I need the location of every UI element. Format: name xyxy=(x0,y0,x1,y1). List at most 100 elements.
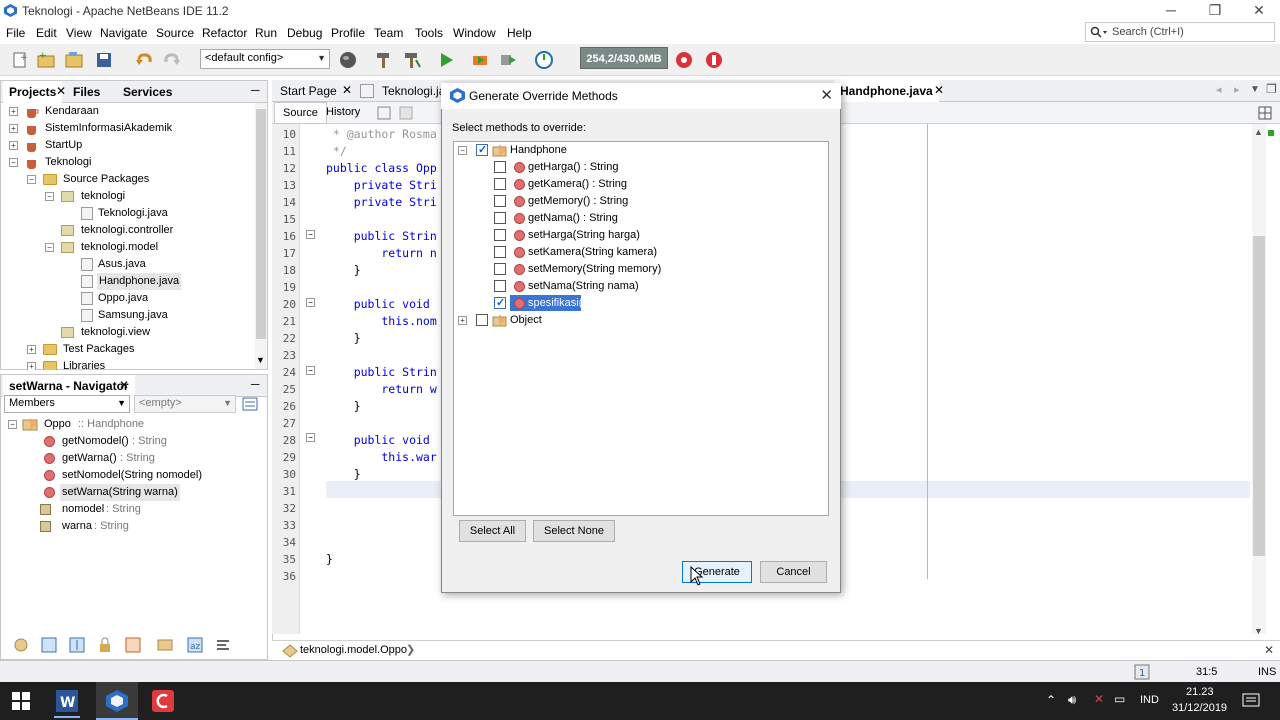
split-editor-icon[interactable] xyxy=(1258,106,1272,120)
method-item[interactable]: getNama() : String xyxy=(454,210,824,227)
menu-file[interactable]: File xyxy=(6,26,25,40)
select-none-button[interactable]: Select None xyxy=(533,520,615,542)
expand-icon[interactable]: + xyxy=(27,345,36,354)
tree-item-handphone-java[interactable]: Handphone.java xyxy=(1,273,255,290)
code-line[interactable]: public void xyxy=(326,296,430,313)
collapse-icon[interactable]: − xyxy=(27,175,36,184)
back-icon[interactable] xyxy=(398,105,414,121)
screen-recorder-icon[interactable] xyxy=(150,688,176,714)
windows-start-icon[interactable] xyxy=(12,692,30,710)
maximize-editor-icon[interactable]: ❐ xyxy=(1266,82,1277,96)
language-indicator[interactable]: IND xyxy=(1140,694,1159,706)
tree-root-handphone[interactable]: − ✓ Handphone xyxy=(454,142,824,159)
gc-icon[interactable] xyxy=(674,50,694,70)
new-project-icon[interactable]: + xyxy=(36,50,56,70)
config-select[interactable]: <default config> ▼ xyxy=(200,49,330,69)
navigator-item[interactable]: nomodel : String xyxy=(4,501,264,518)
minimize-panel-icon[interactable]: ─ xyxy=(251,377,260,391)
navigator-item[interactable]: getWarna() : String xyxy=(4,450,264,467)
tab-start-page[interactable]: Start Page xyxy=(274,80,343,102)
battery-icon[interactable]: ▭ xyxy=(1114,692,1125,706)
sort-by-source-icon[interactable] xyxy=(156,636,174,654)
scroll-up-icon[interactable]: ▲ xyxy=(1254,127,1263,137)
method-item-selected[interactable]: ✓ spesifikasi() xyxy=(454,295,824,312)
scroll-right-icon[interactable]: ▸ xyxy=(1234,83,1240,96)
fold-icon[interactable]: − xyxy=(306,433,315,442)
undo-icon[interactable] xyxy=(134,50,154,70)
checkbox[interactable] xyxy=(476,314,488,326)
method-item[interactable]: getKamera() : String xyxy=(454,176,824,193)
tab-handphone-java[interactable]: Handphone.java xyxy=(834,80,939,102)
fold-icon[interactable]: − xyxy=(306,230,315,239)
scroll-left-icon[interactable]: ◂ xyxy=(1216,83,1222,96)
action-center-icon[interactable] xyxy=(1242,692,1260,710)
expand-icon[interactable]: + xyxy=(27,362,36,370)
code-line[interactable]: return n xyxy=(326,245,436,262)
method-item[interactable]: getHarga() : String xyxy=(454,159,824,176)
checkbox[interactable] xyxy=(494,229,506,241)
close-icon[interactable]: ✕ xyxy=(342,83,352,97)
show-javadoc-icon[interactable] xyxy=(124,636,142,654)
code-line[interactable]: private Stri xyxy=(326,194,437,211)
show-hidden-icons-icon[interactable]: ⌃ xyxy=(1046,693,1056,707)
profiler-snapshot-icon[interactable] xyxy=(704,50,724,70)
navigator-item[interactable]: getNomodel() : String xyxy=(4,433,264,450)
checkbox[interactable] xyxy=(494,212,506,224)
tab-teknologi-java[interactable]: Teknologi.java xyxy=(376,80,444,102)
tree-item-kendaraan[interactable]: + Kendaraan xyxy=(1,103,255,120)
minimize-button[interactable]: ─ xyxy=(1148,0,1194,22)
clock-date[interactable]: 31/12/2019 xyxy=(1172,702,1227,714)
method-item[interactable]: getMemory() : String xyxy=(454,193,824,210)
menu-run[interactable]: Run xyxy=(255,26,277,40)
tree-node-object[interactable]: + Object xyxy=(454,312,824,329)
tree-item-startup[interactable]: + StartUp xyxy=(1,137,255,154)
tab-files[interactable]: Files xyxy=(67,81,106,103)
volume-icon[interactable]: 🔊︎ xyxy=(1068,692,1076,708)
dialog-close-button[interactable]: ✕ xyxy=(820,86,833,104)
tree-item-asus-java[interactable]: Asus.java xyxy=(1,256,255,273)
breadcrumb-item[interactable]: teknologi.model.Oppo xyxy=(300,644,407,656)
method-item[interactable]: setHarga(String harga) xyxy=(454,227,824,244)
menu-help[interactable]: Help xyxy=(507,26,532,40)
show-fields-icon[interactable] xyxy=(40,636,58,654)
chevron-down-icon[interactable]: ▼ xyxy=(1250,84,1260,95)
expand-icon[interactable]: + xyxy=(9,107,18,116)
redo-icon[interactable] xyxy=(162,50,182,70)
gauge-icon[interactable] xyxy=(534,50,554,70)
code-line[interactable]: } xyxy=(326,330,361,347)
scroll-down-icon[interactable]: ▼ xyxy=(1254,626,1263,636)
checkbox[interactable] xyxy=(494,161,506,173)
code-line[interactable]: private Stri xyxy=(326,177,437,194)
debug-icon[interactable] xyxy=(470,50,490,70)
new-file-icon[interactable]: + xyxy=(10,50,30,70)
code-line[interactable]: * @author Rosma xyxy=(326,126,437,143)
members-select[interactable]: Members ▼ xyxy=(4,395,130,413)
projects-scrollbar[interactable]: ▼ xyxy=(255,103,267,369)
filter-select[interactable]: <empty> ▼ xyxy=(134,395,236,413)
method-item[interactable]: setKamera(String kamera) xyxy=(454,244,824,261)
save-all-icon[interactable] xyxy=(94,50,114,70)
tab-projects[interactable]: Projects xyxy=(3,81,63,103)
expand-icon[interactable]: + xyxy=(458,316,467,325)
checkbox[interactable]: ✓ xyxy=(494,297,506,309)
tree-item-libraries[interactable]: + Libraries xyxy=(1,358,255,370)
build-hammer-icon[interactable] xyxy=(374,50,394,70)
search-input[interactable]: Search (Ctrl+I) xyxy=(1085,22,1275,42)
navigator-item[interactable]: setWarna(String warna) xyxy=(4,484,264,501)
scrollbar-thumb[interactable] xyxy=(256,109,266,339)
last-edit-icon[interactable] xyxy=(376,105,392,121)
code-line[interactable]: } xyxy=(326,551,333,568)
navigator-item[interactable]: setNomodel(String nomodel) xyxy=(4,467,264,484)
tree-item-teknologi-controller[interactable]: teknologi.controller xyxy=(1,222,255,239)
code-line[interactable]: } xyxy=(326,466,361,483)
close-window-button[interactable]: ✕ xyxy=(1236,0,1280,22)
navigator-item[interactable]: warna : String xyxy=(4,518,264,535)
code-line[interactable]: public void xyxy=(326,432,430,449)
cancel-button[interactable]: Cancel xyxy=(760,561,827,583)
notifications-icon[interactable]: 1 xyxy=(1134,664,1150,680)
menu-source[interactable]: Source xyxy=(156,26,194,40)
close-icon[interactable]: ✕ xyxy=(56,84,66,98)
network-icon[interactable]: ✕ xyxy=(1094,692,1104,706)
collapse-icon[interactable]: − xyxy=(9,158,18,167)
expand-icon[interactable]: + xyxy=(9,141,18,150)
